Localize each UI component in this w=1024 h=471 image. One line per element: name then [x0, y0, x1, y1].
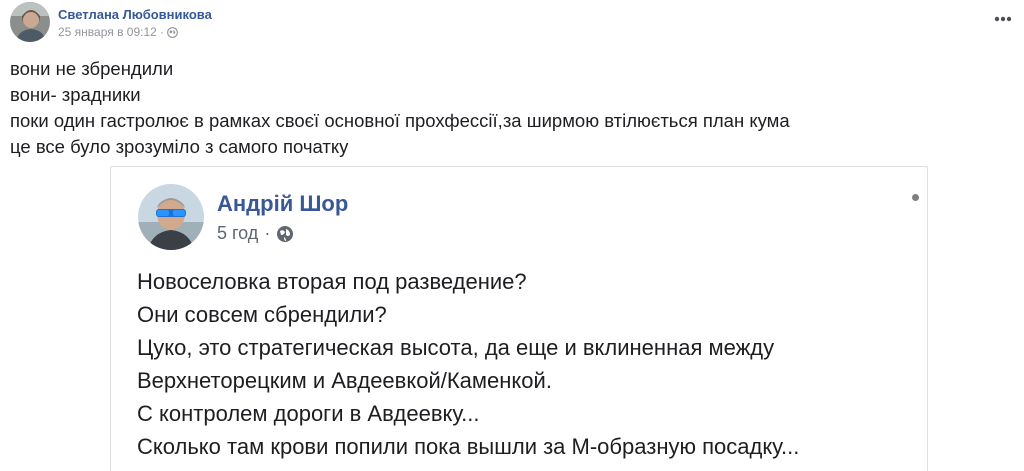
post-text-line: поки один гастролює в рамках своєї основ…: [10, 110, 790, 131]
shared-text-line: Они совсем сбрендили?: [137, 302, 387, 327]
post-header: Светлана Любовникова 25 января в 09:12 ·: [10, 2, 1014, 46]
post-text: вони не збрендили вони- зрадники поки од…: [10, 56, 1010, 160]
shared-text-line: Верхнеторецким и Авдеевкой/Каменкой.: [137, 368, 552, 393]
post-text-line: вони- зрадники: [10, 84, 141, 105]
post-meta: 25 января в 09:12 ·: [58, 25, 178, 39]
shared-author-avatar[interactable]: [138, 184, 204, 250]
shared-text-line: Цуко, это стратегическая высота, да еще …: [137, 335, 775, 360]
meta-separator: ·: [264, 223, 271, 243]
shared-options-dot-icon[interactable]: [912, 194, 919, 201]
shared-time[interactable]: 5 год: [217, 223, 258, 244]
globe-icon: [276, 225, 294, 243]
avatar[interactable]: [10, 2, 50, 42]
more-options-button[interactable]: [992, 8, 1014, 30]
more-horizontal-icon: [994, 16, 1012, 22]
meta-separator: ·: [159, 25, 164, 39]
shared-author-name[interactable]: Андрій Шор: [217, 191, 348, 217]
globe-icon: [166, 26, 178, 38]
post-date[interactable]: 25 января в 09:12: [58, 25, 157, 39]
post-text-line: вони не збрендили: [10, 58, 174, 79]
shared-text-line: Сколько там крови попили пока вышли за М…: [137, 434, 800, 459]
shared-text-line: Новоселовка вторая под разведение?: [137, 269, 527, 294]
shared-post-text: Новоселовка вторая под разведение? Они с…: [137, 265, 917, 463]
post-text-line: це все було зрозуміло з самого початку: [10, 136, 349, 157]
post-author-name[interactable]: Светлана Любовникова: [58, 7, 212, 22]
shared-text-line: С контролем дороги в Авдеевку...: [137, 401, 480, 426]
shared-post-card[interactable]: Андрій Шор 5 год · Новоселовка вторая по…: [110, 166, 928, 471]
shared-meta: 5 год ·: [217, 223, 294, 244]
